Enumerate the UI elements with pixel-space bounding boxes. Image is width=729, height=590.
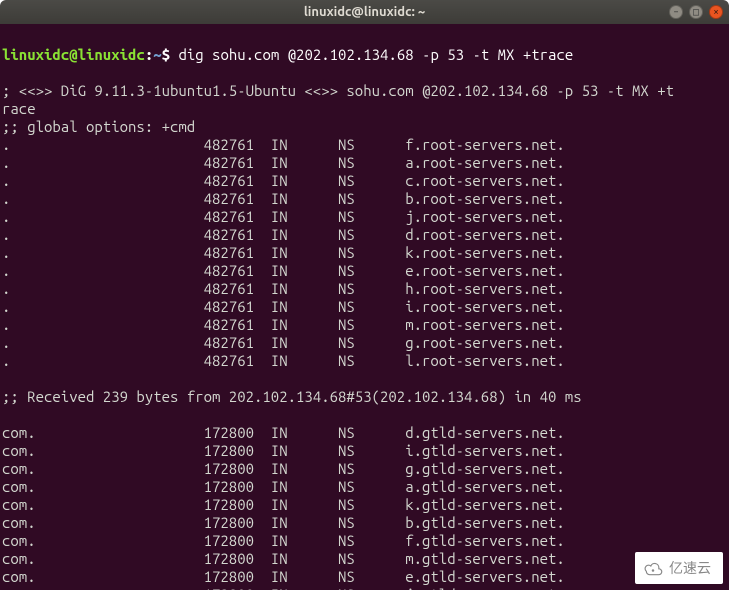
dns-record-line: . 482761 IN NS c.root-servers.net. (2, 172, 565, 189)
dns-record-line: . 482761 IN NS e.root-servers.net. (2, 262, 565, 279)
prompt-colon: : (145, 46, 153, 63)
dns-record-line: com. 172800 IN NS b.gtld-servers.net. (2, 514, 565, 531)
dns-record-line: . 482761 IN NS b.root-servers.net. (2, 190, 565, 207)
dns-record-line: . 482761 IN NS i.root-servers.net. (2, 298, 565, 315)
window-controls: – □ × (669, 5, 723, 19)
minimize-icon: – (673, 7, 679, 17)
window-title: linuxidc@linuxidc: ~ (304, 5, 425, 19)
root-ns-records: . 482761 IN NS f.root-servers.net. . 482… (2, 136, 727, 370)
window-titlebar: linuxidc@linuxidc: ~ – □ × (0, 0, 729, 24)
dns-record-line: com. 172800 IN NS f.gtld-servers.net. (2, 532, 565, 549)
close-icon: × (713, 7, 719, 17)
prompt-path: ~ (153, 46, 161, 63)
dns-record-line: . 482761 IN NS f.root-servers.net. (2, 136, 565, 153)
dns-record-line: com. 172800 IN NS i.gtld-servers.net. (2, 442, 565, 459)
command-text: dig sohu.com @202.102.134.68 -p 53 -t MX… (178, 46, 573, 63)
dns-record-line: com. 172800 IN NS d.gtld-servers.net. (2, 424, 565, 441)
dns-record-line: . 482761 IN NS l.root-servers.net. (2, 352, 565, 369)
close-button[interactable]: × (709, 5, 723, 19)
dns-record-line: com. 172800 IN NS g.gtld-servers.net. (2, 460, 565, 477)
dns-record-line: . 482761 IN NS j.root-servers.net. (2, 208, 565, 225)
prompt-dollar: $ (162, 46, 179, 63)
dns-record-line: . 482761 IN NS h.root-servers.net. (2, 280, 565, 297)
minimize-button[interactable]: – (669, 5, 683, 19)
dns-record-line: com. 172800 IN NS k.gtld-servers.net. (2, 496, 565, 513)
output-line: ;; Received 239 bytes from 202.102.134.6… (2, 388, 582, 405)
com-ns-records: com. 172800 IN NS d.gtld-servers.net. co… (2, 424, 727, 590)
dns-record-line: com. 172800 IN NS j.gtld-servers.net. (2, 586, 565, 590)
terminal-body[interactable]: linuxidc@linuxidc:~$ dig sohu.com @202.1… (0, 24, 729, 590)
dns-record-line: com. 172800 IN NS e.gtld-servers.net. (2, 568, 565, 585)
maximize-icon: □ (693, 7, 699, 17)
dns-record-line: com. 172800 IN NS a.gtld-servers.net. (2, 478, 565, 495)
dns-record-line: . 482761 IN NS a.root-servers.net. (2, 154, 565, 171)
dns-record-line: . 482761 IN NS k.root-servers.net. (2, 244, 565, 261)
cloud-icon (643, 560, 663, 576)
prompt-user-host: linuxidc@linuxidc (2, 46, 145, 63)
output-line: race (2, 100, 36, 117)
output-line: ;; global options: +cmd (2, 118, 195, 135)
dns-record-line: . 482761 IN NS m.root-servers.net. (2, 316, 565, 333)
dns-record-line: . 482761 IN NS g.root-servers.net. (2, 334, 565, 351)
watermark-text: 亿速云 (669, 558, 711, 578)
dns-record-line: . 482761 IN NS d.root-servers.net. (2, 226, 565, 243)
dns-record-line: com. 172800 IN NS m.gtld-servers.net. (2, 550, 565, 567)
output-line: ; <<>> DiG 9.11.3-1ubuntu1.5-Ubuntu <<>>… (2, 82, 674, 99)
watermark: 亿速云 (635, 552, 723, 584)
maximize-button[interactable]: □ (689, 5, 703, 19)
